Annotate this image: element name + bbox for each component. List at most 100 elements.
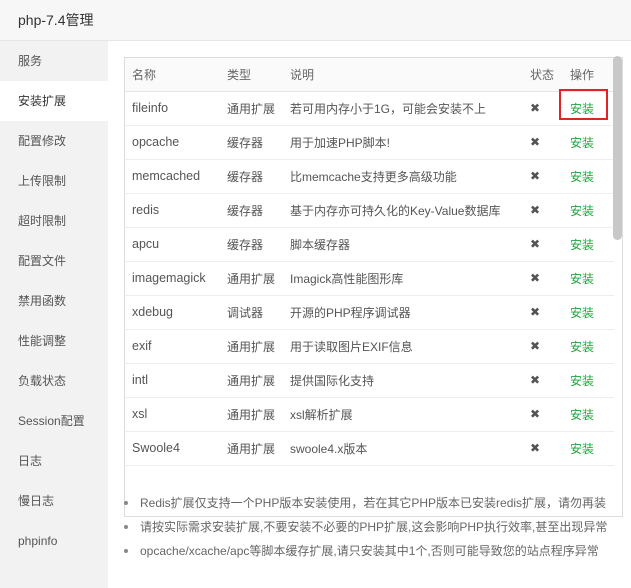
extension-description: Imagick高性能图形库 bbox=[283, 261, 523, 296]
bullet-icon bbox=[124, 501, 128, 505]
extension-description: 若可用内存小于1G，可能会安装不上 bbox=[283, 91, 523, 126]
install-button[interactable]: 安装 bbox=[570, 304, 594, 321]
action-cell: 安装 bbox=[563, 431, 614, 466]
header-description: 说明 bbox=[283, 58, 523, 92]
extensions-table: 名称 类型 说明 状态 操作 fileinfo 通用扩展 若可用内存小于1G，可能会… bbox=[125, 58, 614, 466]
install-button[interactable]: 安装 bbox=[570, 372, 594, 389]
action-cell: 安装 bbox=[563, 227, 614, 262]
sidebar-item-upload-limit[interactable]: 上传限制 bbox=[0, 161, 108, 201]
not-installed-icon: ✖ bbox=[530, 339, 541, 353]
status-cell: ✖ bbox=[523, 91, 563, 126]
install-button[interactable]: 安装 bbox=[570, 134, 594, 151]
extension-description: xsl解析扩展 bbox=[283, 397, 523, 432]
window-title: php-7.4管理 bbox=[0, 0, 631, 41]
install-button[interactable]: 安装 bbox=[570, 406, 594, 423]
extension-description: 用于读取图片EXIF信息 bbox=[283, 329, 523, 364]
status-cell: ✖ bbox=[523, 329, 563, 364]
note-text: 请按实际需求安装扩展,不要安装不必要的PHP扩展,这会影响PHP执行效率,甚至出… bbox=[140, 520, 608, 534]
sidebar-item-load-status[interactable]: 负载状态 bbox=[0, 361, 108, 401]
sidebar-item-log[interactable]: 日志 bbox=[0, 441, 108, 481]
bullet-icon bbox=[124, 549, 128, 553]
sidebar-item-timeout-limit[interactable]: 超时限制 bbox=[0, 201, 108, 241]
action-cell: 安装 bbox=[563, 91, 614, 126]
status-cell: ✖ bbox=[523, 295, 563, 330]
extensions-table-container[interactable]: 名称 类型 说明 状态 操作 fileinfo 通用扩展 若可用内存小于1G，可能会… bbox=[124, 57, 623, 517]
not-installed-icon: ✖ bbox=[530, 373, 541, 387]
sidebar-item-install-extension[interactable]: 安装扩展 bbox=[0, 81, 108, 121]
extension-name: xsl bbox=[125, 397, 220, 432]
note-item: Redis扩展仅支持一个PHP版本安装使用，若在其它PHP版本已安装redis扩… bbox=[124, 491, 624, 515]
action-cell: 安装 bbox=[563, 193, 614, 228]
extension-name: fileinfo bbox=[125, 91, 220, 126]
extension-name: apcu bbox=[125, 227, 220, 262]
extension-type: 通用扩展 bbox=[220, 431, 283, 466]
install-button[interactable]: 安装 bbox=[570, 440, 594, 457]
table-row: fileinfo 通用扩展 若可用内存小于1G，可能会安装不上 ✖ 安装 bbox=[125, 91, 614, 126]
action-cell: 安装 bbox=[563, 329, 614, 364]
install-button[interactable]: 安装 bbox=[570, 270, 594, 287]
extension-type: 通用扩展 bbox=[220, 91, 283, 126]
extension-name: imagemagick bbox=[125, 261, 220, 296]
extension-type: 缓存器 bbox=[220, 193, 283, 228]
install-button[interactable]: 安装 bbox=[570, 202, 594, 219]
extension-name: exif bbox=[125, 329, 220, 364]
sidebar: 服务 安装扩展 配置修改 上传限制 超时限制 配置文件 禁用函数 性能调整 负载… bbox=[0, 41, 108, 588]
header-status: 状态 bbox=[523, 58, 563, 92]
extension-name: opcache bbox=[125, 125, 220, 160]
extension-name: intl bbox=[125, 363, 220, 398]
action-cell: 安装 bbox=[563, 261, 614, 296]
sidebar-item-phpinfo[interactable]: phpinfo bbox=[0, 521, 108, 561]
not-installed-icon: ✖ bbox=[530, 203, 541, 217]
not-installed-icon: ✖ bbox=[530, 169, 541, 183]
sidebar-item-performance[interactable]: 性能调整 bbox=[0, 321, 108, 361]
header-action: 操作 bbox=[563, 58, 614, 92]
not-installed-icon: ✖ bbox=[530, 305, 541, 319]
not-installed-icon: ✖ bbox=[530, 271, 541, 285]
status-cell: ✖ bbox=[523, 261, 563, 296]
extension-name: xdebug bbox=[125, 295, 220, 330]
not-installed-icon: ✖ bbox=[530, 407, 541, 421]
sidebar-item-service[interactable]: 服务 bbox=[0, 41, 108, 81]
install-button[interactable]: 安装 bbox=[570, 338, 594, 355]
action-cell: 安装 bbox=[563, 159, 614, 194]
status-cell: ✖ bbox=[523, 431, 563, 466]
sidebar-item-slow-log[interactable]: 慢日志 bbox=[0, 481, 108, 521]
extension-description: 基于内存亦可持久化的Key-Value数据库 bbox=[283, 193, 523, 228]
extension-description: 提供国际化支持 bbox=[283, 363, 523, 398]
action-cell: 安装 bbox=[563, 295, 614, 330]
action-cell: 安装 bbox=[563, 397, 614, 432]
install-button[interactable]: 安装 bbox=[570, 168, 594, 185]
not-installed-icon: ✖ bbox=[530, 441, 541, 455]
not-installed-icon: ✖ bbox=[530, 135, 541, 149]
extension-type: 调试器 bbox=[220, 295, 283, 330]
extension-description: 开源的PHP程序调试器 bbox=[283, 295, 523, 330]
table-row: apcu 缓存器 脚本缓存器 ✖ 安装 bbox=[125, 227, 614, 262]
extension-name: redis bbox=[125, 193, 220, 228]
extension-type: 通用扩展 bbox=[220, 397, 283, 432]
install-button[interactable]: 安装 bbox=[570, 100, 594, 117]
extension-type: 缓存器 bbox=[220, 227, 283, 262]
sidebar-item-config-edit[interactable]: 配置修改 bbox=[0, 121, 108, 161]
not-installed-icon: ✖ bbox=[530, 237, 541, 251]
note-item: opcache/xcache/apc等脚本缓存扩展,请只安装其中1个,否则可能导… bbox=[124, 539, 624, 563]
table-row: imagemagick 通用扩展 Imagick高性能图形库 ✖ 安装 bbox=[125, 261, 614, 296]
header-name: 名称 bbox=[125, 58, 220, 92]
sidebar-item-config-file[interactable]: 配置文件 bbox=[0, 241, 108, 281]
table-row: xdebug 调试器 开源的PHP程序调试器 ✖ 安装 bbox=[125, 295, 614, 330]
note-item: 请按实际需求安装扩展,不要安装不必要的PHP扩展,这会影响PHP执行效率,甚至出… bbox=[124, 515, 624, 539]
status-cell: ✖ bbox=[523, 363, 563, 398]
sidebar-item-disabled-functions[interactable]: 禁用函数 bbox=[0, 281, 108, 321]
table-row: opcache 缓存器 用于加速PHP脚本! ✖ 安装 bbox=[125, 125, 614, 160]
extension-description: 比memcache支持更多高级功能 bbox=[283, 159, 523, 194]
sidebar-item-session-config[interactable]: Session配置 bbox=[0, 401, 108, 441]
note-text: Redis扩展仅支持一个PHP版本安装使用，若在其它PHP版本已安装redis扩… bbox=[140, 496, 607, 510]
status-cell: ✖ bbox=[523, 159, 563, 194]
header-type: 类型 bbox=[220, 58, 283, 92]
extension-description: 脚本缓存器 bbox=[283, 227, 523, 262]
notes-list: Redis扩展仅支持一个PHP版本安装使用，若在其它PHP版本已安装redis扩… bbox=[124, 491, 624, 563]
action-cell: 安装 bbox=[563, 125, 614, 160]
table-scrollbar[interactable] bbox=[613, 56, 622, 240]
install-button[interactable]: 安装 bbox=[570, 236, 594, 253]
extension-type: 缓存器 bbox=[220, 125, 283, 160]
extension-description: swoole4.x版本 bbox=[283, 431, 523, 466]
